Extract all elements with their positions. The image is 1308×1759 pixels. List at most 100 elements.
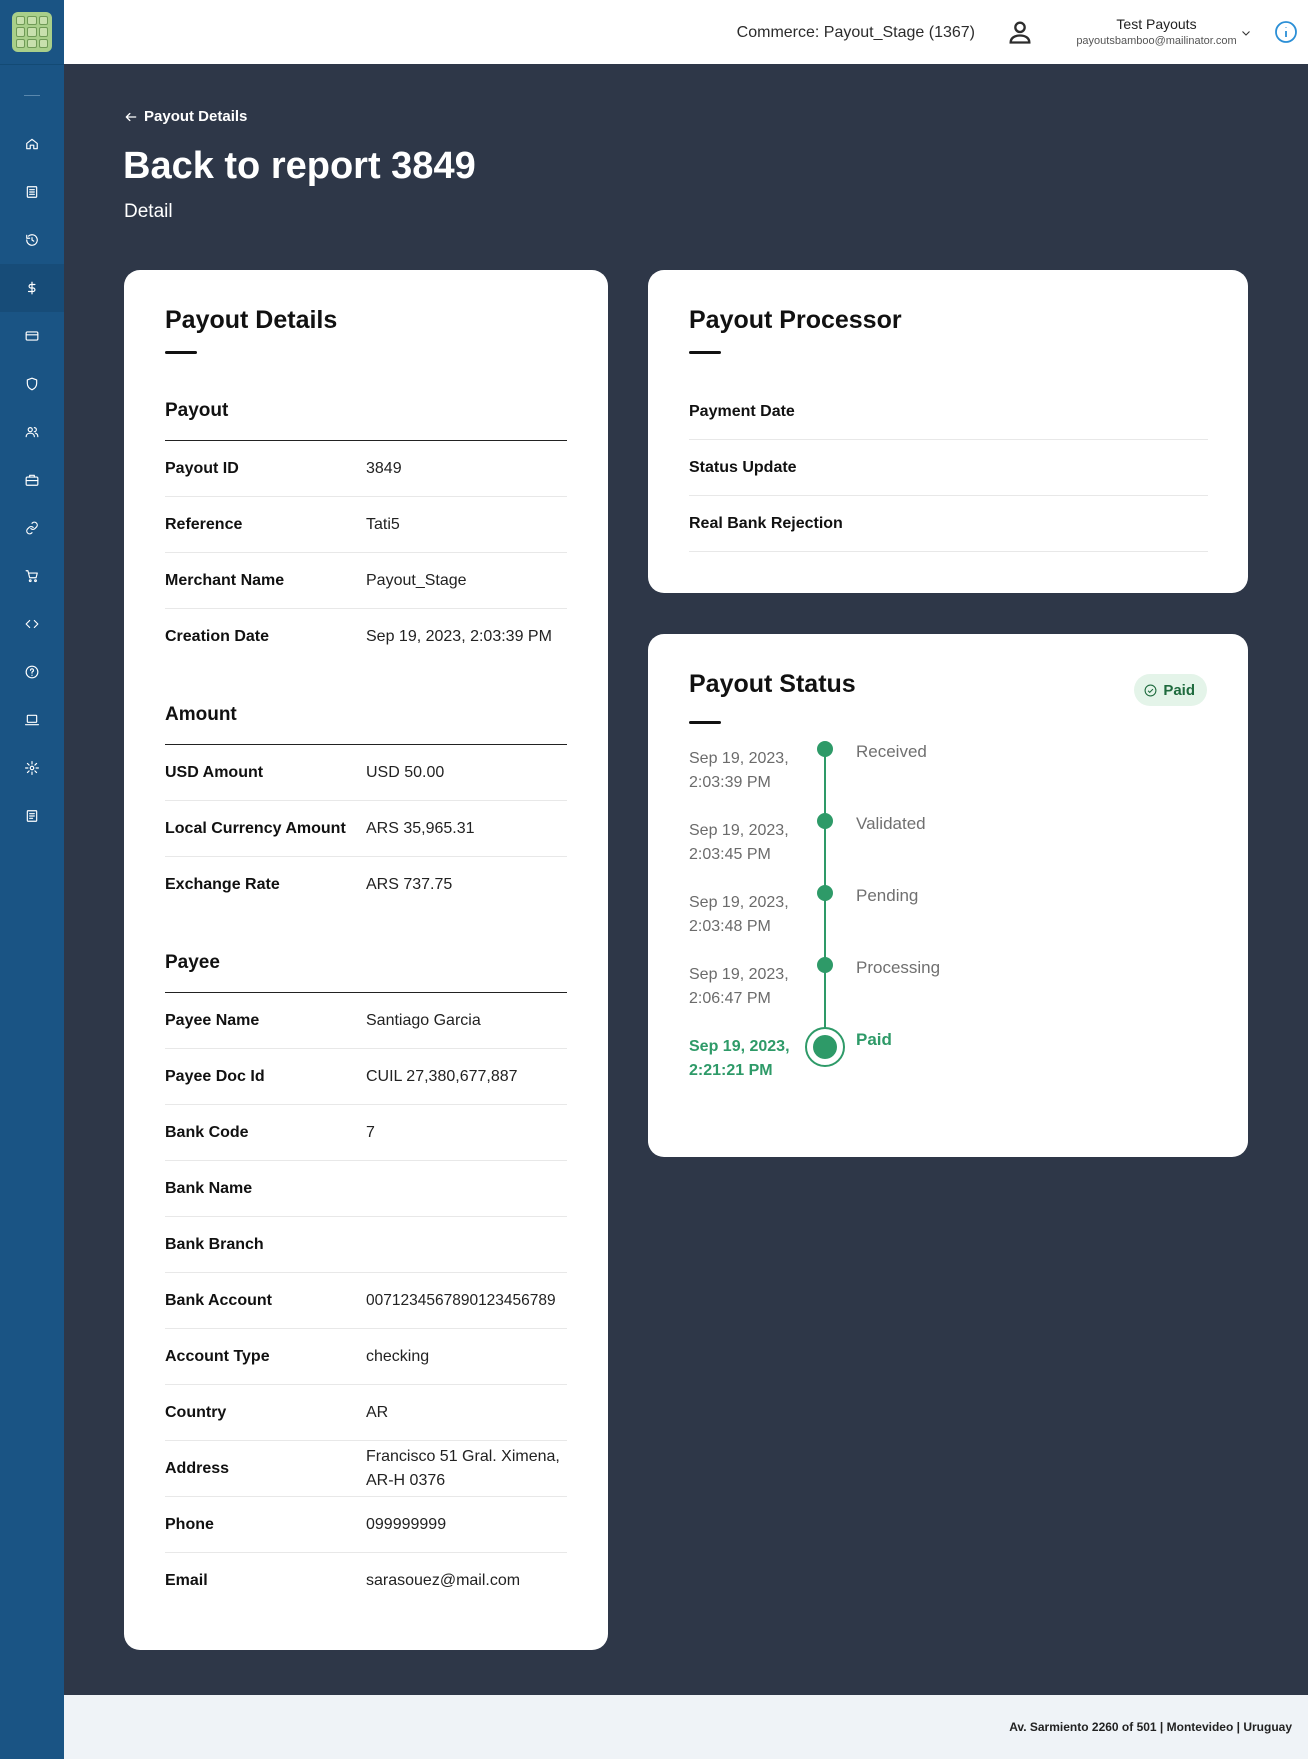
detail-value: sarasouez@mail.com (366, 1572, 521, 1589)
gear-icon (25, 761, 39, 775)
sidebar-item-reports[interactable] (0, 792, 64, 840)
processor-row: Status Update (689, 440, 1208, 496)
detail-value: ARS 737.75 (366, 876, 453, 893)
top-bar: Commerce: Payout_Stage (1367) Test Payou… (64, 0, 1308, 64)
cart-icon (25, 570, 38, 583)
briefcase-icon (25, 474, 39, 486)
detail-value: AR (366, 1404, 389, 1421)
detail-row: Reference Tati5 (165, 497, 567, 553)
card-title: Payout Status (689, 670, 856, 698)
detail-label: Country (165, 1404, 227, 1421)
timeline-date-day: Sep 19, 2023, (689, 966, 789, 983)
sidebar-item-list[interactable] (0, 168, 64, 216)
timeline-date-day: Sep 19, 2023, (689, 1038, 790, 1055)
sidebar-item-users[interactable] (0, 408, 64, 456)
detail-label: Payee Doc Id (165, 1068, 265, 1085)
report-icon (26, 810, 38, 822)
footer: Av. Sarmiento 2260 of 501 | Montevideo |… (64, 1695, 1308, 1759)
detail-row: Payee Doc Id CUIL 27,380,677,887 (165, 1049, 567, 1105)
detail-label: Reference (165, 516, 243, 533)
sidebar-item-settings[interactable] (0, 744, 64, 792)
user-icon[interactable] (1006, 18, 1034, 46)
commerce-selector[interactable]: Commerce: Payout_Stage (1367) (737, 24, 975, 42)
dollar-icon (27, 281, 36, 295)
detail-row: USD Amount USD 50.00 (165, 745, 567, 801)
history-icon (26, 234, 38, 246)
timeline-date-day: Sep 19, 2023, (689, 750, 789, 767)
sidebar-item-home[interactable] (0, 120, 64, 168)
breadcrumb-back-link[interactable]: Payout Details (124, 108, 247, 125)
info-icon[interactable] (1274, 20, 1298, 44)
payout-status-card: Payout Status Paid Sep 19, 2023, 2:03:39 … (648, 634, 1248, 1157)
sidebar-collapse-dash[interactable] (24, 95, 40, 96)
timeline-date: Sep 19, 2023, 2:06:47 PM (689, 963, 809, 1011)
section-title-payout: Payout (165, 400, 229, 421)
sidebar-divider (0, 64, 64, 65)
detail-row: Account Type checking (165, 1329, 567, 1385)
title-underline (165, 351, 197, 354)
breadcrumb-label: Payout Details (144, 108, 248, 125)
timeline-date: Sep 19, 2023, 2:03:39 PM (689, 747, 809, 795)
detail-label: Bank Code (165, 1124, 249, 1141)
detail-row: Creation Date Sep 19, 2023, 2:03:39 PM (165, 609, 567, 665)
sidebar-item-cart[interactable] (0, 552, 64, 600)
title-underline (689, 721, 721, 724)
sidebar-item-payouts[interactable] (0, 264, 64, 312)
sidebar-item-business[interactable] (0, 456, 64, 504)
app-logo[interactable] (12, 12, 52, 52)
detail-label: Bank Name (165, 1180, 253, 1197)
timeline-dot (817, 957, 833, 973)
detail-row: Local Currency Amount ARS 35,965.31 (165, 801, 567, 857)
timeline-date-time: 2:03:45 PM (689, 846, 771, 863)
timeline-date-time: 2:03:48 PM (689, 918, 771, 935)
detail-label: Local Currency Amount (165, 820, 346, 837)
detail-row: Exchange Rate ARS 737.75 (165, 857, 567, 913)
section-title-payee: Payee (165, 952, 220, 973)
timeline-date-time: 2:06:47 PM (689, 990, 771, 1007)
sidebar-item-security[interactable] (0, 360, 64, 408)
detail-value: Sep 19, 2023, 2:03:39 PM (366, 628, 552, 645)
detail-label: Email (165, 1572, 208, 1589)
card-title: Payout Processor (689, 306, 902, 334)
detail-label: Payee Name (165, 1012, 260, 1029)
detail-value: checking (366, 1348, 430, 1365)
sidebar-item-devices[interactable] (0, 696, 64, 744)
sidebar-item-help[interactable] (0, 648, 64, 696)
detail-row: Payee Name Santiago Garcia (165, 993, 567, 1049)
detail-label: Creation Date (165, 628, 270, 645)
timeline-date-day: Sep 19, 2023, (689, 822, 789, 839)
title-underline (689, 351, 721, 354)
chevron-down-icon[interactable] (1240, 26, 1252, 38)
detail-row: Bank Name (165, 1161, 567, 1217)
timeline-label-current: Paid (856, 1030, 892, 1049)
sidebar-item-links[interactable] (0, 504, 64, 552)
sidebar-item-cards[interactable] (0, 312, 64, 360)
timeline-label: Validated (856, 814, 926, 833)
detail-label: Merchant Name (165, 572, 285, 589)
detail-row: Phone 099999999 (165, 1497, 567, 1553)
timeline-label: Pending (856, 886, 919, 905)
help-icon (25, 665, 39, 679)
detail-label: Address (165, 1460, 230, 1477)
user-name[interactable]: Test Payouts (1044, 16, 1269, 32)
timeline-dot-current (805, 1027, 845, 1067)
check-circle-icon (1144, 684, 1157, 696)
payout-processor-card: Payout Processor Payment Date Status Upd… (648, 270, 1248, 593)
detail-value: Tati5 (366, 516, 400, 533)
timeline-date: Sep 19, 2023, 2:03:48 PM (689, 891, 809, 939)
detail-label: Payout ID (165, 460, 239, 477)
detail-row: Country AR (165, 1385, 567, 1441)
timeline-date-time: 2:21:21 PM (689, 1062, 773, 1079)
home-icon (26, 138, 38, 150)
payout-details-card: Payout Details Payout Payout ID 3849 Refe… (124, 270, 608, 1650)
detail-row: Payout ID 3849 (165, 441, 567, 497)
list-icon (26, 186, 38, 198)
sidebar-item-developers[interactable] (0, 600, 64, 648)
card-title: Payout Details (165, 306, 338, 334)
processor-row: Payment Date (689, 384, 1208, 440)
timeline-label: Received (856, 742, 927, 761)
section-title-amount: Amount (165, 704, 237, 725)
detail-row: Bank Branch (165, 1217, 567, 1273)
detail-value: ARS 35,965.31 (366, 820, 475, 837)
sidebar-item-history[interactable] (0, 216, 64, 264)
